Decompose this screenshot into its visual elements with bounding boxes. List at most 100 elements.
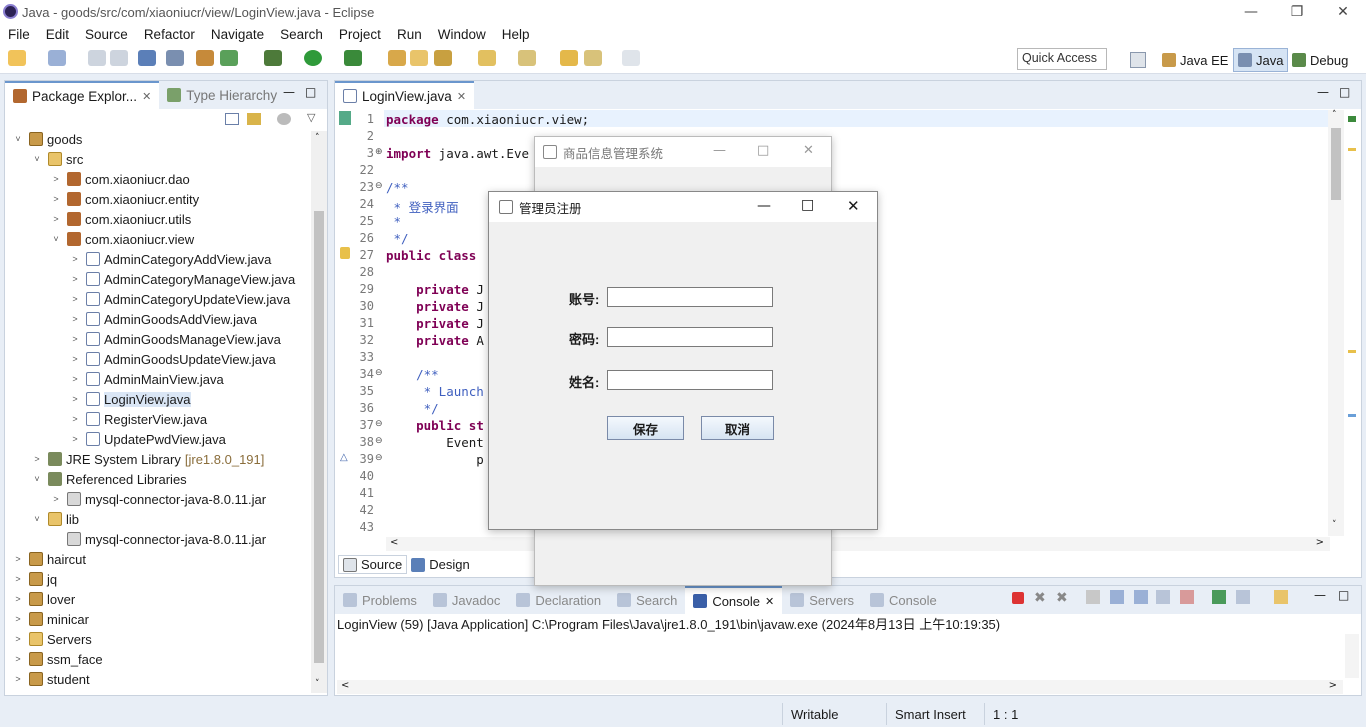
open-perspective-icon[interactable] — [1130, 52, 1146, 68]
tree-item[interactable]: > UpdatePwdView.java — [68, 429, 226, 449]
tree-item[interactable]: > RegisterView.java — [68, 409, 207, 429]
minimize-button[interactable]: — — [1228, 0, 1274, 24]
fold-toggle-icon[interactable]: ⊕ — [375, 147, 383, 157]
expand-arrow-icon[interactable]: > — [68, 374, 82, 384]
tree-item[interactable]: > AdminCategoryManageView.java — [68, 269, 295, 289]
last-edit-icon[interactable] — [518, 50, 536, 66]
explorer-maximize-icon[interactable]: □ — [305, 85, 316, 99]
dialog-close-button[interactable]: ✕ — [847, 197, 860, 215]
tree-item[interactable]: > LoginView.java — [68, 389, 191, 409]
fold-toggle-icon[interactable]: ⊖ — [375, 453, 383, 463]
run-icon[interactable] — [304, 50, 322, 66]
show-stdout-icon[interactable] — [1156, 590, 1170, 604]
back-arrow-icon[interactable] — [584, 50, 602, 66]
collapse-arrow-icon[interactable]: ˅ — [11, 134, 25, 144]
pencil-icon[interactable] — [434, 50, 452, 66]
expand-arrow-icon[interactable]: > — [68, 294, 82, 304]
bg-close-button[interactable]: ✕ — [803, 143, 814, 158]
tree-item[interactable]: > com.xiaoniucr.utils — [49, 209, 191, 229]
expand-arrow-icon[interactable]: > — [11, 634, 25, 644]
expand-arrow-icon[interactable]: > — [68, 254, 82, 264]
menu-refactor[interactable]: Refactor — [136, 27, 203, 42]
tab-search[interactable]: Search — [609, 586, 685, 614]
fold-toggle-icon[interactable]: ⊖ — [375, 436, 383, 446]
bg-maximize-button[interactable]: □ — [757, 143, 769, 158]
console-icon[interactable] — [138, 50, 156, 66]
expand-arrow-icon[interactable]: > — [49, 174, 63, 184]
perspective-debug[interactable]: Debug — [1288, 48, 1352, 72]
expand-arrow-icon[interactable]: > — [68, 354, 82, 364]
expand-arrow-icon[interactable]: > — [30, 454, 44, 464]
editor-hscrollbar[interactable]: < > — [386, 537, 1330, 551]
skip-breakpoints-icon[interactable] — [166, 50, 184, 66]
expand-arrow-icon[interactable]: > — [11, 594, 25, 604]
collapse-arrow-icon[interactable]: ˅ — [30, 154, 44, 164]
debug-icon[interactable] — [264, 50, 282, 66]
expand-arrow-icon[interactable]: > — [68, 274, 82, 284]
pin-console-icon[interactable] — [1212, 590, 1226, 604]
collapse-arrow-icon[interactable]: ˅ — [30, 474, 44, 484]
expand-arrow-icon[interactable]: > — [11, 674, 25, 684]
new-icon[interactable] — [8, 50, 26, 66]
open-console-icon[interactable] — [1274, 590, 1288, 604]
console-vscrollbar[interactable] — [1345, 634, 1359, 678]
close-tab-icon[interactable]: ✕ — [142, 90, 151, 103]
run-external-icon[interactable] — [344, 50, 362, 66]
dialog-maximize-button[interactable]: □ — [801, 197, 814, 213]
menu-run[interactable]: Run — [389, 27, 430, 42]
menu-window[interactable]: Window — [430, 27, 494, 42]
tab-loginview-java[interactable]: LoginView.java ✕ — [335, 81, 475, 109]
remove-all-icon[interactable]: ✖ — [1056, 590, 1068, 606]
tree-item[interactable]: ˅ com.xiaoniucr.view — [49, 229, 194, 249]
tree-item[interactable]: > lover — [11, 589, 75, 609]
tab-package-explorer[interactable]: Package Explor... ✕ — [5, 81, 160, 109]
tree-item[interactable]: > Servers — [11, 629, 91, 649]
tree-item[interactable]: > AdminCategoryAddView.java — [68, 249, 271, 269]
forward-arrow-icon[interactable] — [622, 50, 640, 66]
expand-arrow-icon[interactable]: > — [68, 334, 82, 344]
quick-access-input[interactable]: Quick Access — [1017, 48, 1107, 70]
tab-declaration[interactable]: Declaration — [508, 586, 609, 614]
console-maximize-icon[interactable]: □ — [1338, 588, 1349, 602]
menu-source[interactable]: Source — [77, 27, 136, 42]
console-minimize-icon[interactable]: — — [1314, 588, 1326, 602]
tab-problems[interactable]: Problems — [335, 586, 425, 614]
expand-arrow-icon[interactable]: > — [11, 654, 25, 664]
package-icon[interactable] — [196, 50, 214, 66]
save-all-icon[interactable] — [110, 50, 128, 66]
close-tab-icon[interactable]: ✕ — [765, 595, 774, 608]
editor-maximize-icon[interactable]: □ — [1339, 85, 1350, 99]
tree-item[interactable]: ˅ goods — [11, 129, 82, 149]
tree-item[interactable]: > AdminMainView.java — [68, 369, 223, 389]
show-stderr-icon[interactable] — [1180, 590, 1194, 604]
fold-toggle-icon[interactable]: ⊖ — [375, 419, 383, 429]
focus-icon[interactable] — [277, 113, 291, 125]
tree-item[interactable]: > haircut — [11, 549, 86, 569]
tab-source[interactable]: Source — [338, 555, 408, 574]
save-button[interactable]: 保存 — [607, 416, 684, 440]
display-console-icon[interactable] — [1236, 590, 1250, 604]
menu-search[interactable]: Search — [272, 27, 331, 42]
expand-arrow-icon[interactable]: > — [11, 614, 25, 624]
bg-minimize-button[interactable]: — — [713, 143, 726, 158]
scroll-lock-icon[interactable] — [1110, 590, 1124, 604]
remove-launch-icon[interactable]: ✖ — [1034, 590, 1046, 606]
tab-design[interactable]: Design — [407, 555, 473, 574]
editor-minimize-icon[interactable]: — — [1317, 85, 1329, 99]
expand-arrow-icon[interactable]: > — [68, 414, 82, 424]
view-menu-icon[interactable]: ▽ — [307, 111, 315, 124]
tree-item[interactable]: > com.xiaoniucr.dao — [49, 169, 189, 189]
menu-project[interactable]: Project — [331, 27, 389, 42]
explorer-minimize-icon[interactable]: — — [283, 85, 295, 99]
menu-file[interactable]: File — [0, 27, 38, 42]
save-icon[interactable] — [88, 50, 106, 66]
dialog-minimize-button[interactable]: — — [757, 198, 771, 214]
tree-item[interactable]: > AdminGoodsUpdateView.java — [68, 349, 275, 369]
editor-vscrollbar[interactable]: ˄ ˅ — [1328, 110, 1344, 536]
password-field[interactable] — [607, 327, 773, 347]
explorer-scrollbar[interactable]: ˄ ˅ — [311, 131, 327, 693]
annotation-icon[interactable] — [478, 50, 496, 66]
tree-item[interactable]: > AdminGoodsManageView.java — [68, 329, 280, 349]
collapse-arrow-icon[interactable]: ˅ — [30, 514, 44, 524]
tree-item[interactable]: > JRE System Library [jre1.8.0_191] — [30, 449, 264, 469]
